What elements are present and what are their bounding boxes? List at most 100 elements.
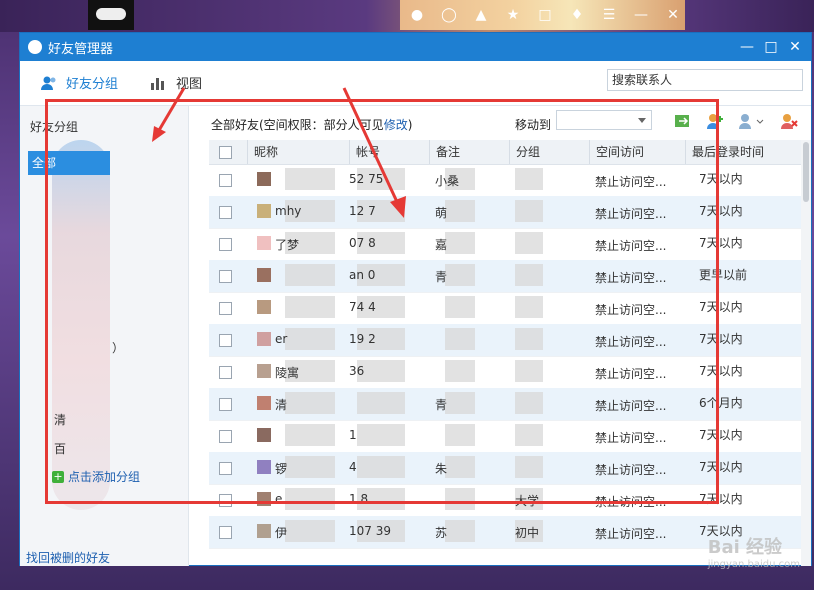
add-group-label: 点击添加分组	[68, 470, 141, 484]
blurred-region	[445, 232, 475, 254]
group-all-button[interactable]: 全部	[28, 151, 110, 175]
table-row[interactable]: mhy 12 7 萌 禁止访问空... 7天以内	[209, 196, 801, 229]
blurred-region	[285, 424, 335, 446]
group-item[interactable]: ）	[112, 339, 124, 356]
minimize-button[interactable]: —	[735, 33, 759, 61]
friend-settings-icon[interactable]	[737, 112, 765, 130]
account-cell: 52 75	[349, 172, 384, 186]
blurred-region	[445, 424, 475, 446]
row-checkbox[interactable]	[219, 366, 232, 379]
row-checkbox[interactable]	[219, 270, 232, 283]
plus-icon: +	[52, 469, 64, 483]
recover-deleted-friends-link[interactable]: 找回被删的好友	[26, 549, 110, 566]
remark-cell: 萌	[435, 206, 448, 220]
table-row[interactable]: 74 4 禁止访问空... 7天以内	[209, 292, 801, 325]
avatar	[257, 172, 271, 186]
friend-list-panel: 全部好友(空间权限：部分人可见修改) 移动到 昵称 帐号 备注 分组 空间访问 …	[189, 106, 811, 566]
remark-cell: 青	[435, 270, 448, 284]
add-group-link[interactable]: + 点击添加分组	[52, 468, 140, 485]
table-row[interactable]: e 1 8 大学 禁止访问空... 7天以内	[209, 484, 801, 517]
scrollbar-thumb[interactable]	[803, 142, 809, 202]
last-login-cell: 7天以内	[699, 300, 743, 314]
blurred-region	[515, 360, 543, 382]
export-icon[interactable]	[673, 112, 693, 130]
table-row[interactable]: 了梦 07 8 嘉 禁止访问空... 7天以内	[209, 228, 801, 261]
move-to-label: 移动到	[515, 118, 552, 132]
row-checkbox[interactable]	[219, 462, 232, 475]
delete-friend-icon[interactable]	[779, 112, 799, 130]
close-icon[interactable]: ✕	[664, 6, 682, 24]
row-checkbox[interactable]	[219, 494, 232, 507]
column-nickname[interactable]: 昵称	[247, 140, 349, 164]
close-button[interactable]: ✕	[783, 33, 807, 61]
modify-link[interactable]: 修改	[384, 118, 408, 132]
last-login-cell: 7天以内	[699, 236, 743, 250]
last-login-cell: 7天以内	[699, 428, 743, 442]
column-last-login[interactable]: 最后登录时间	[685, 140, 801, 164]
blurred-region	[285, 296, 335, 318]
tab-friend-groups[interactable]: 好友分组	[40, 73, 118, 92]
row-checkbox[interactable]	[219, 398, 232, 411]
menu-icon[interactable]: ☰	[600, 6, 618, 24]
blurred-region	[515, 456, 543, 478]
shirt-icon[interactable]: ▲	[472, 6, 490, 24]
account-cell: 1	[349, 428, 357, 442]
add-friend-icon[interactable]	[705, 112, 725, 130]
avatar	[257, 428, 271, 442]
column-group[interactable]: 分组	[509, 140, 589, 164]
move-to-select[interactable]	[556, 110, 652, 130]
space-access-cell: 禁止访问空...	[595, 399, 667, 413]
star-icon[interactable]: ★	[504, 6, 522, 24]
row-checkbox[interactable]	[219, 174, 232, 187]
bar-chart-icon	[151, 77, 164, 90]
space-access-cell: 禁止访问空...	[595, 175, 667, 189]
space-access-cell: 禁止访问空...	[595, 463, 667, 477]
select-all-checkbox[interactable]	[219, 146, 232, 159]
last-login-cell: 6个月内	[699, 396, 743, 410]
avatar	[257, 300, 271, 314]
qq-penguin-icon[interactable]: ●	[408, 6, 426, 24]
vertical-scrollbar[interactable]	[801, 140, 811, 566]
table-row[interactable]: er 19 2 禁止访问空... 7天以内	[209, 324, 801, 357]
minimize-icon[interactable]: —	[632, 6, 650, 24]
table-row[interactable]: 锣 4 朱 禁止访问空... 7天以内	[209, 452, 801, 485]
nickname-cell: 伊	[275, 526, 288, 540]
column-account[interactable]: 帐号	[349, 140, 429, 164]
square-icon[interactable]: □	[536, 6, 554, 24]
group-item[interactable]: 清	[54, 411, 66, 428]
account-cell: 12 7	[349, 204, 376, 218]
space-access-cell: 禁止访问空...	[595, 239, 667, 253]
blurred-region	[285, 264, 335, 286]
table-row[interactable]: 52 75 小桑 禁止访问空... 7天以内	[209, 164, 801, 197]
nickname-cell: 清	[275, 398, 288, 412]
table-row[interactable]: 清 青 禁止访问空... 6个月内	[209, 388, 801, 421]
tab-view[interactable]: 视图	[150, 73, 202, 92]
blurred-region	[285, 488, 335, 510]
search-input[interactable]: 搜索联系人	[607, 69, 803, 91]
row-checkbox[interactable]	[219, 430, 232, 443]
blurred-region	[285, 168, 335, 190]
gift-icon[interactable]: ◯	[440, 6, 458, 24]
blurred-region	[445, 360, 475, 382]
blurred-region	[445, 456, 475, 478]
blurred-region	[515, 168, 543, 190]
row-checkbox[interactable]	[219, 302, 232, 315]
group-cell: 初中	[515, 526, 540, 540]
bag-icon[interactable]: ♦	[568, 6, 586, 24]
blurred-region	[445, 200, 475, 222]
row-checkbox[interactable]	[219, 206, 232, 219]
column-remark[interactable]: 备注	[429, 140, 509, 164]
avatar	[257, 204, 271, 218]
table-row[interactable]: 陵寓 36 禁止访问空... 7天以内	[209, 356, 801, 389]
nickname-cell: e	[275, 492, 283, 506]
group-item[interactable]: 百	[54, 440, 66, 457]
table-row[interactable]: 1 禁止访问空... 7天以内	[209, 420, 801, 453]
blurred-region	[515, 392, 543, 414]
row-checkbox[interactable]	[219, 238, 232, 251]
row-checkbox[interactable]	[219, 334, 232, 347]
remark-cell: 嘉	[435, 238, 448, 252]
row-checkbox[interactable]	[219, 526, 232, 539]
maximize-button[interactable]: □	[759, 33, 783, 61]
column-space-access[interactable]: 空间访问	[589, 140, 685, 164]
table-row[interactable]: an 0 青 禁止访问空... 更早以前	[209, 260, 801, 293]
